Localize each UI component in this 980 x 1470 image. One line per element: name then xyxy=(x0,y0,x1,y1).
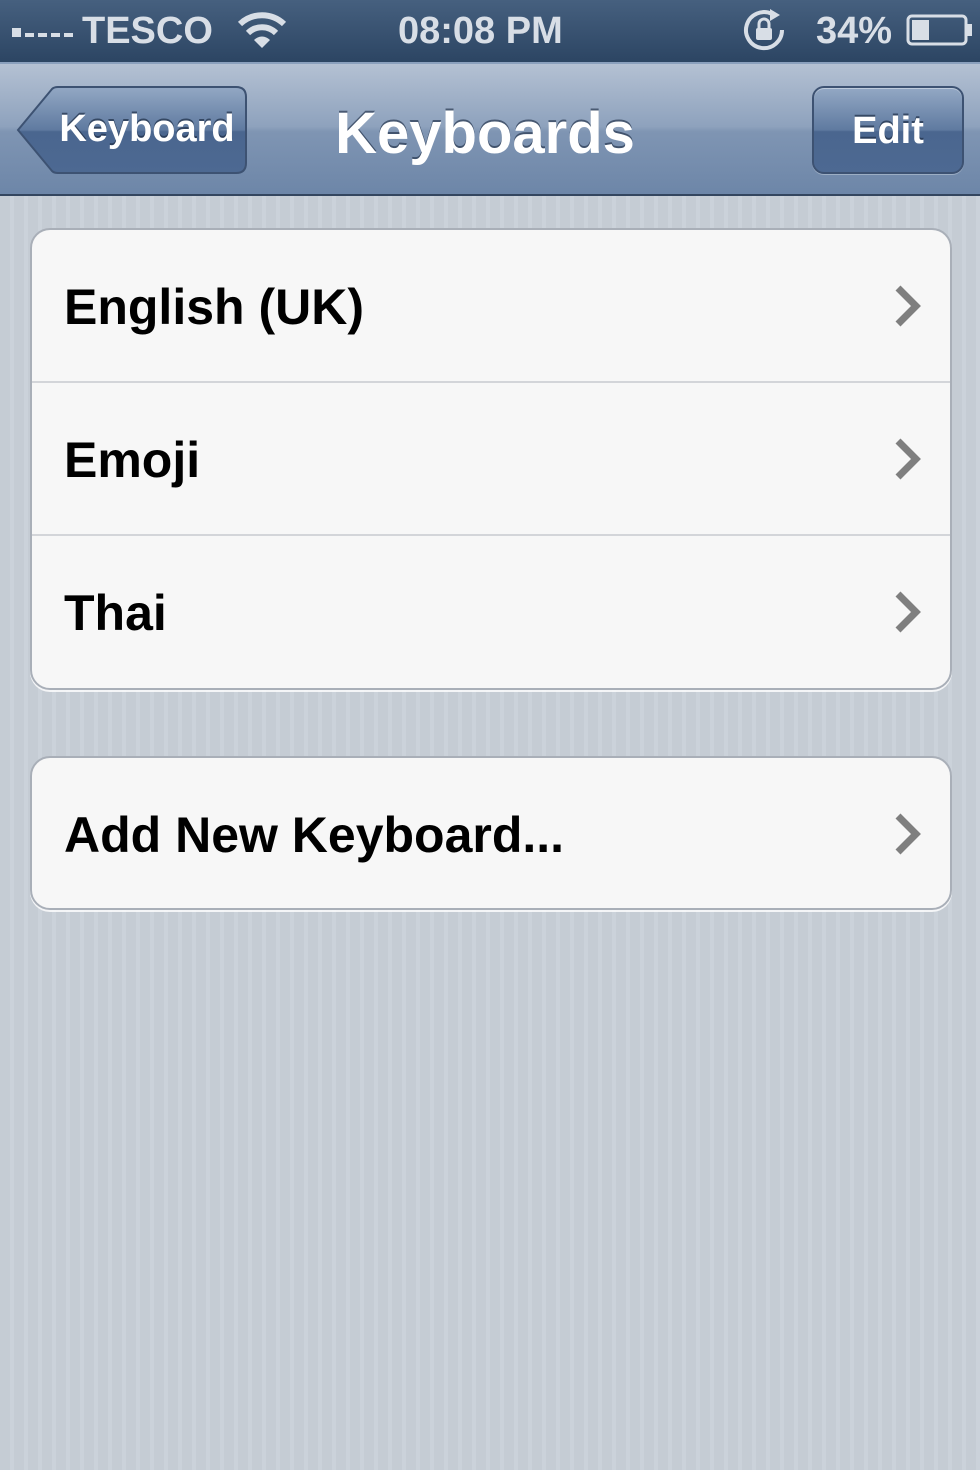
list-item-keyboard[interactable]: Emoji xyxy=(32,383,950,536)
add-keyboard-group: Add New Keyboard... xyxy=(30,756,952,910)
edit-button-label: Edit xyxy=(852,110,924,152)
battery-percent: 34% xyxy=(816,10,893,52)
chevron-right-icon xyxy=(895,813,921,855)
signal-icon xyxy=(12,28,73,37)
list-item-label: Emoji xyxy=(64,432,201,488)
battery-icon xyxy=(906,14,972,46)
list-item-label: English (UK) xyxy=(64,279,364,335)
back-button[interactable]: Keyboard xyxy=(16,86,248,174)
edit-button[interactable]: Edit xyxy=(812,86,964,174)
status-bar: TESCO 08:08 PM 34% xyxy=(0,0,980,62)
add-new-keyboard-label: Add New Keyboard... xyxy=(64,807,565,863)
list-item-label: Thai xyxy=(64,585,167,641)
navigation-bar: Keyboard Keyboards Edit xyxy=(0,62,980,196)
chevron-right-icon xyxy=(895,285,921,327)
list-item-keyboard[interactable]: English (UK) xyxy=(32,230,950,383)
chevron-right-icon xyxy=(895,438,921,480)
add-new-keyboard-button[interactable]: Add New Keyboard... xyxy=(32,758,950,908)
back-button-label: Keyboard xyxy=(59,108,235,150)
keyboards-list: English (UK) Emoji Thai xyxy=(30,228,952,690)
page-title: Keyboards xyxy=(335,101,635,166)
wifi-icon xyxy=(237,12,287,48)
chevron-right-icon xyxy=(895,591,921,633)
clock: 08:08 PM xyxy=(398,10,563,52)
carrier-name: TESCO xyxy=(82,10,213,52)
rotation-lock-icon xyxy=(744,9,785,51)
list-item-keyboard[interactable]: Thai xyxy=(32,536,950,688)
